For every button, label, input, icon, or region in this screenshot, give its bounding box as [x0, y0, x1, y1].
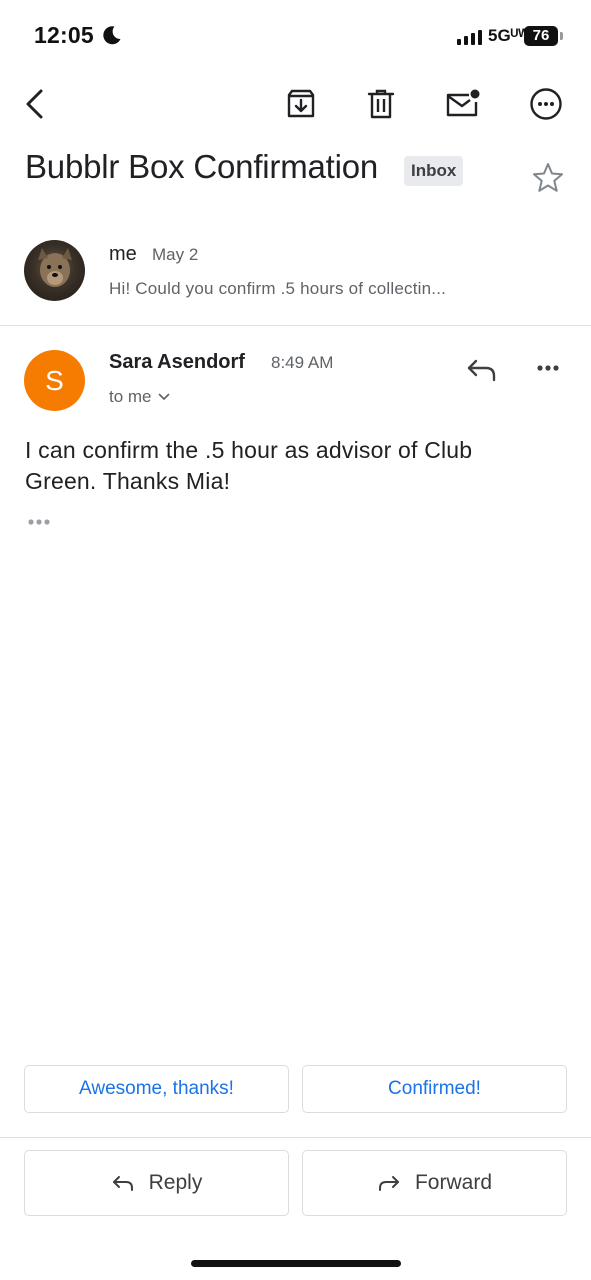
star-icon[interactable] [530, 160, 566, 196]
forward-label: Forward [414, 1171, 493, 1194]
dog-photo [38, 248, 72, 287]
email-subject: Bubblr Box Confirmation [25, 148, 379, 185]
recipient-label: to me [109, 387, 152, 406]
message-body: I can confirm the .5 hour as advisor of … [25, 437, 473, 494]
archive-icon [287, 89, 315, 118]
back-icon [26, 89, 43, 119]
trash-icon [367, 89, 395, 119]
chevron-down-icon [158, 393, 169, 400]
home-indicator[interactable] [191, 1260, 401, 1267]
battery-icon: 76 [524, 26, 558, 46]
message-more-icon[interactable] [530, 352, 566, 388]
reply-label: Reply [148, 1171, 203, 1194]
moon-icon [103, 26, 121, 45]
show-trimmed-content-icon[interactable] [26, 512, 54, 532]
reply-button[interactable]: Reply [24, 1150, 289, 1216]
delete-button[interactable] [359, 82, 403, 126]
collapsed-sender: me [109, 243, 137, 265]
reply-icon[interactable] [462, 350, 502, 390]
message-divider [0, 325, 591, 326]
smart-reply-button[interactable]: Confirmed! [302, 1065, 567, 1113]
forward-arrow-icon [378, 1176, 399, 1191]
mark-unread-button[interactable] [440, 82, 484, 126]
message-time: 8:49 AM [271, 353, 334, 372]
sender-avatar[interactable]: S [24, 350, 85, 411]
archive-button[interactable] [279, 82, 323, 126]
smart-reply-button[interactable]: Awesome, thanks! [24, 1065, 289, 1113]
back-button[interactable] [14, 82, 58, 126]
battery-tip [560, 32, 563, 40]
actions-divider [0, 1137, 591, 1138]
inbox-label[interactable]: Inbox [404, 156, 464, 186]
recipient-details-toggle[interactable]: to me [109, 387, 170, 407]
mark-unread-icon [446, 89, 480, 117]
collapsed-snippet[interactable]: Hi! Could you confirm .5 hours of collec… [109, 279, 489, 299]
collapsed-date: May 2 [152, 245, 199, 264]
network-indicator: 5Gᵁᵂ [488, 26, 529, 45]
more-options-icon [530, 88, 562, 120]
forward-button[interactable]: Forward [302, 1150, 567, 1216]
status-time: 12:05 [34, 22, 94, 48]
more-options-button[interactable] [524, 82, 568, 126]
signal-icon [457, 29, 482, 45]
sender-avatar-photo [24, 240, 85, 301]
reply-arrow-icon [112, 1176, 133, 1191]
sender-name: Sara Asendorf [109, 351, 245, 373]
